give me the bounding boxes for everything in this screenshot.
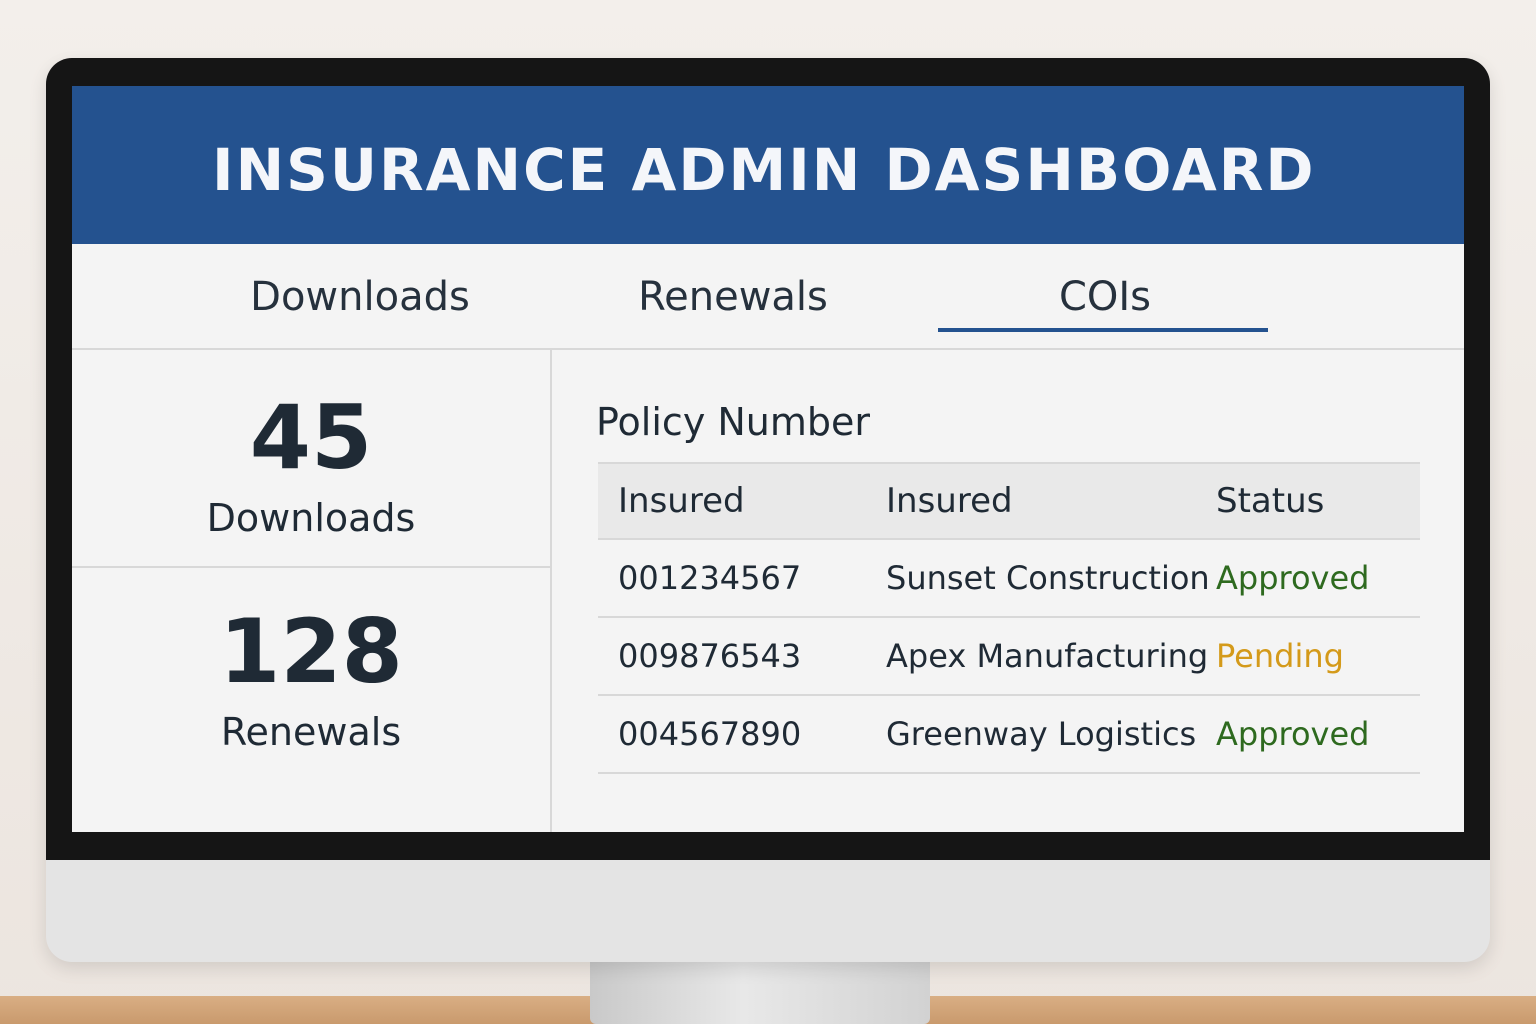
status-cell: Pending	[1216, 637, 1344, 675]
stats-panel: 45 Downloads 128 Renewals	[72, 350, 552, 832]
table-row[interactable]: 009876543 Apex Manufacturing Pending	[598, 618, 1420, 696]
stat-label: Renewals	[220, 710, 402, 754]
insured-cell: Greenway Logistics	[886, 715, 1197, 753]
stat-value: 45	[249, 386, 373, 489]
status-cell: Approved	[1216, 715, 1370, 753]
table-row[interactable]: 001234567 Sunset Construction Approved	[598, 540, 1420, 618]
table-header-row: Insured Insured Status	[598, 464, 1420, 540]
active-tab-indicator	[938, 328, 1268, 332]
status-cell: Approved	[1216, 559, 1370, 597]
stat-label: Downloads	[206, 496, 416, 540]
column-header[interactable]: Status	[1216, 464, 1324, 538]
monitor: INSURANCE ADMIN DASHBOARD Downloads Rene…	[46, 58, 1490, 962]
dashboard-screen: INSURANCE ADMIN DASHBOARD Downloads Rene…	[72, 86, 1464, 832]
column-header[interactable]: Insured	[618, 464, 745, 538]
stat-divider	[72, 566, 550, 568]
coi-panel: Policy Number Insured Insured Status 001…	[552, 350, 1464, 832]
policy-table: Insured Insured Status 001234567 Sunset …	[598, 462, 1420, 774]
tab-downloads[interactable]: Downloads	[240, 274, 480, 324]
insured-cell: Apex Manufacturing	[886, 637, 1209, 675]
stat-value: 128	[219, 600, 403, 703]
stat-downloads: 45 Downloads	[72, 386, 550, 541]
stat-renewals: 128 Renewals	[72, 600, 550, 755]
monitor-bezel: INSURANCE ADMIN DASHBOARD Downloads Rene…	[46, 58, 1490, 860]
insured-cell: Sunset Construction	[886, 559, 1210, 597]
policy-number-cell: 001234567	[618, 559, 802, 597]
tab-renewals[interactable]: Renewals	[628, 274, 838, 324]
page-title: INSURANCE ADMIN DASHBOARD	[212, 136, 1316, 204]
column-header[interactable]: Insured	[886, 464, 1013, 538]
section-title: Policy Number	[596, 400, 871, 444]
app-header: INSURANCE ADMIN DASHBOARD	[72, 86, 1464, 244]
tab-bar: Downloads Renewals COIs	[72, 244, 1464, 350]
policy-number-cell: 004567890	[618, 715, 802, 753]
policy-number-cell: 009876543	[618, 637, 802, 675]
table-row[interactable]: 004567890 Greenway Logistics Approved	[598, 696, 1420, 774]
tab-cois[interactable]: COIs	[1012, 274, 1198, 324]
